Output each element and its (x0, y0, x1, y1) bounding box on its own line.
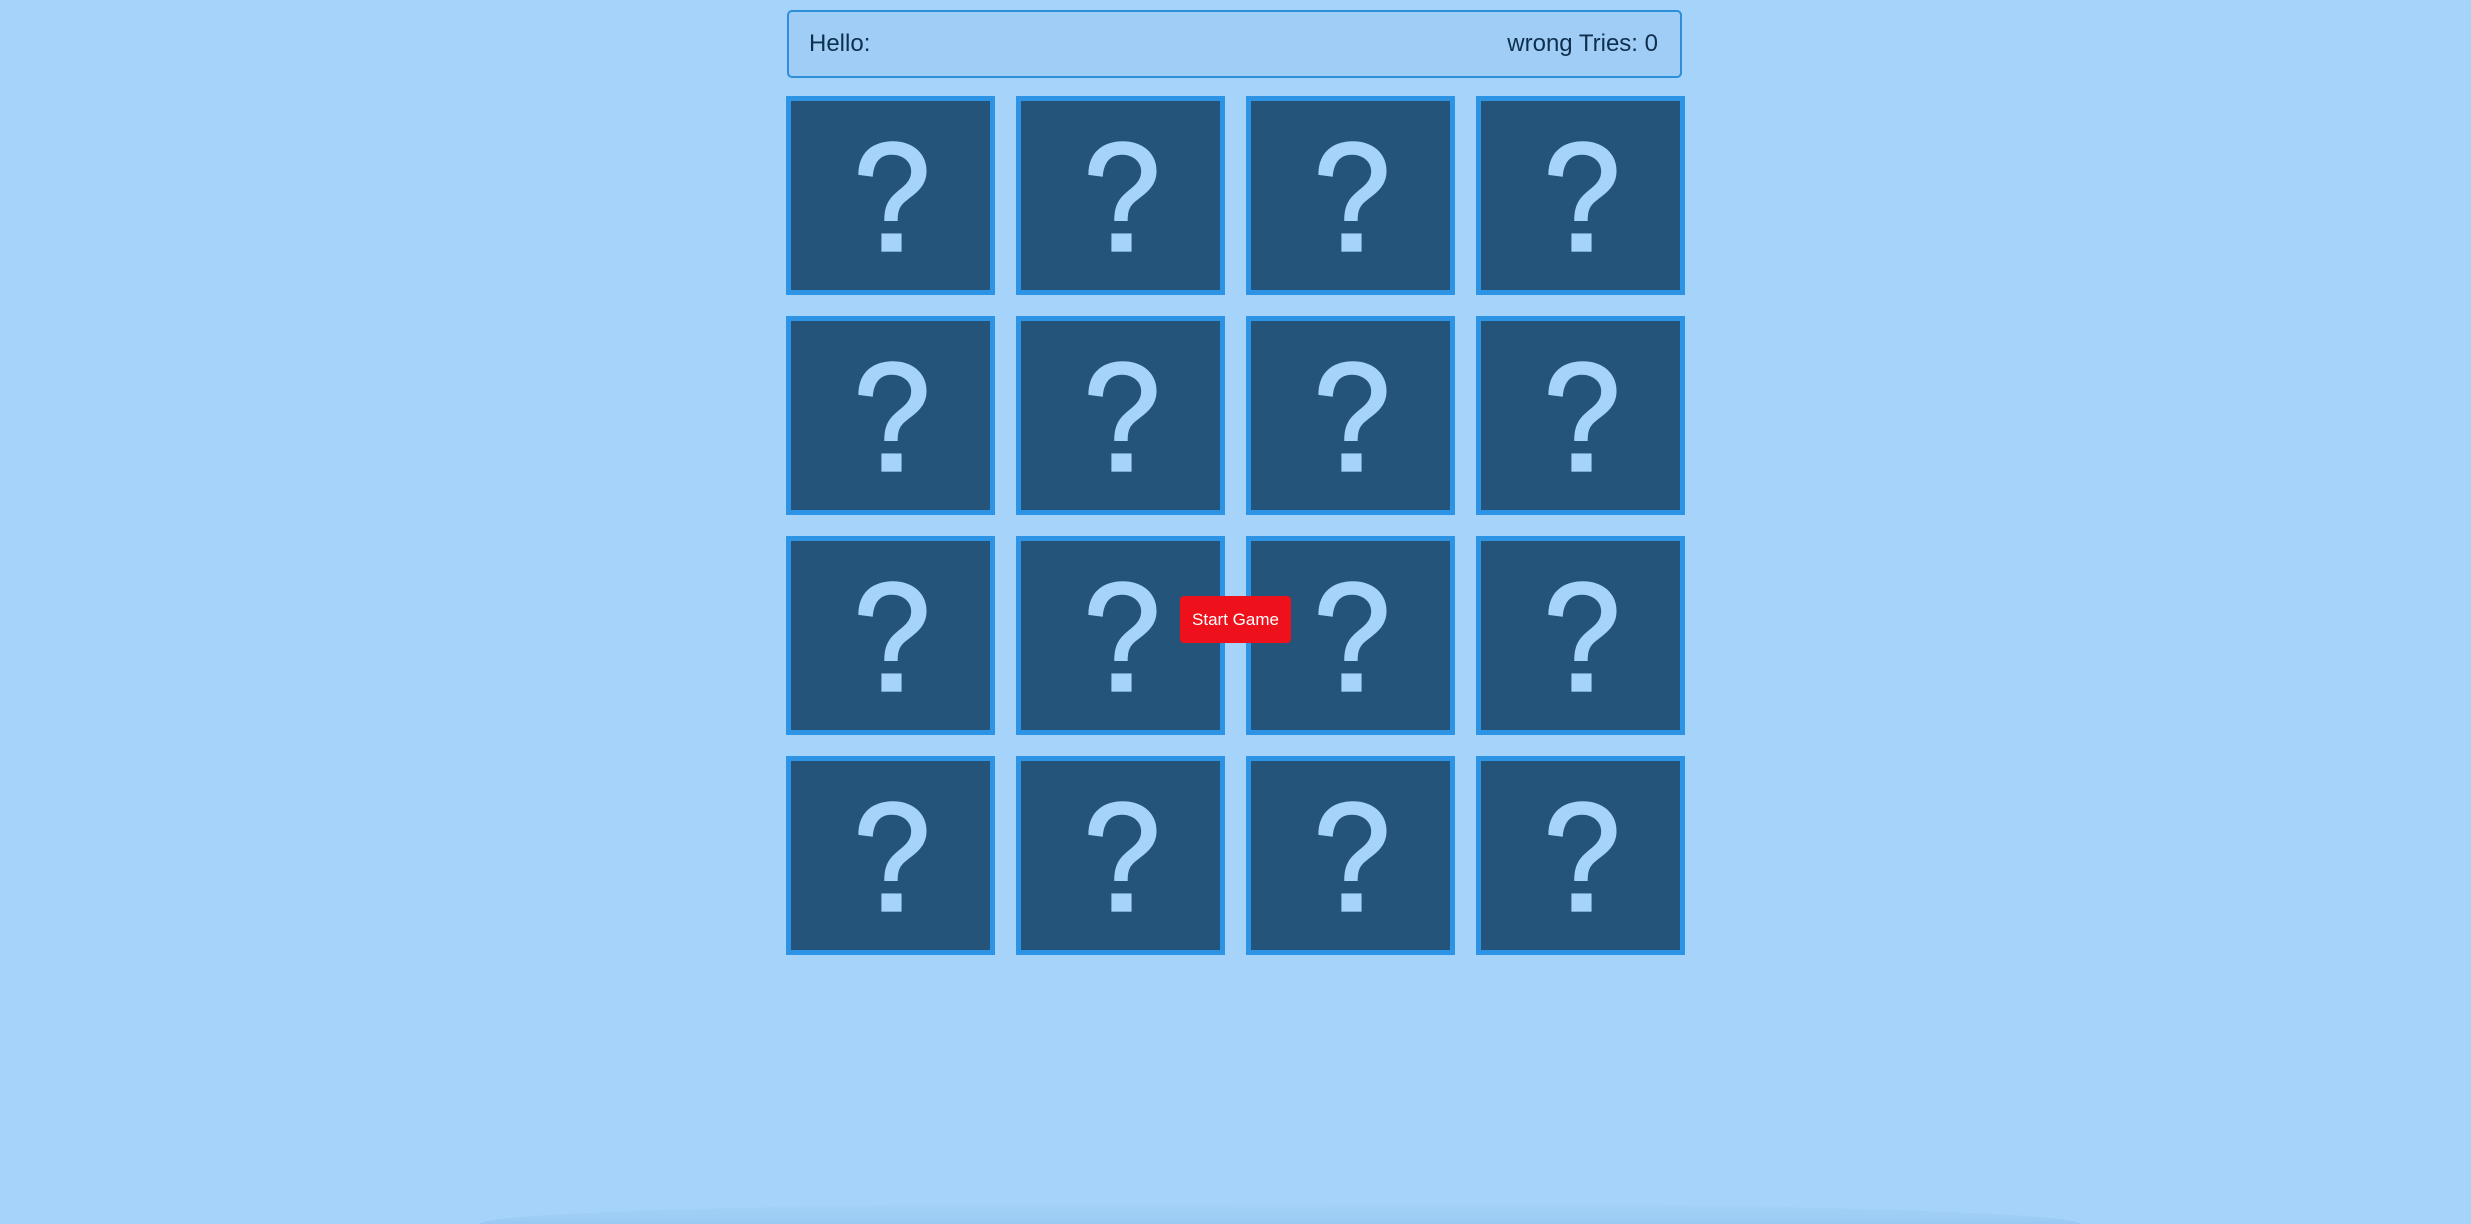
memory-card[interactable] (1016, 96, 1225, 295)
question-mark-icon (1087, 140, 1157, 252)
memory-card[interactable] (1016, 756, 1225, 955)
question-mark-icon (1317, 580, 1387, 692)
question-mark-icon (857, 580, 927, 692)
question-mark-icon (857, 140, 927, 252)
greeting-text: Hello: (809, 30, 871, 57)
memory-card[interactable] (1476, 756, 1685, 955)
question-mark-icon (1317, 800, 1387, 912)
question-mark-icon (1317, 140, 1387, 252)
memory-card[interactable] (786, 756, 995, 955)
wrong-tries-counter: wrong Tries: 0 (1507, 30, 1658, 57)
start-game-button[interactable]: Start Game (1180, 596, 1291, 643)
memory-card[interactable] (1476, 316, 1685, 515)
question-mark-icon (1547, 800, 1617, 912)
question-mark-icon (1087, 360, 1157, 472)
memory-card[interactable] (1016, 316, 1225, 515)
bottom-shadow (480, 1202, 2080, 1224)
memory-card-board (786, 96, 1686, 957)
info-bar: Hello: wrong Tries: 0 (787, 10, 1682, 78)
question-mark-icon (1547, 580, 1617, 692)
memory-card[interactable] (1246, 756, 1455, 955)
question-mark-icon (1547, 140, 1617, 252)
question-mark-icon (857, 360, 927, 472)
question-mark-icon (857, 800, 927, 912)
memory-card[interactable] (786, 96, 995, 295)
memory-card[interactable] (786, 536, 995, 735)
memory-card[interactable] (1246, 316, 1455, 515)
memory-card[interactable] (1246, 96, 1455, 295)
question-mark-icon (1087, 580, 1157, 692)
question-mark-icon (1317, 360, 1387, 472)
memory-card[interactable] (1476, 96, 1685, 295)
memory-card[interactable] (786, 316, 995, 515)
question-mark-icon (1547, 360, 1617, 472)
memory-card[interactable] (1476, 536, 1685, 735)
question-mark-icon (1087, 800, 1157, 912)
